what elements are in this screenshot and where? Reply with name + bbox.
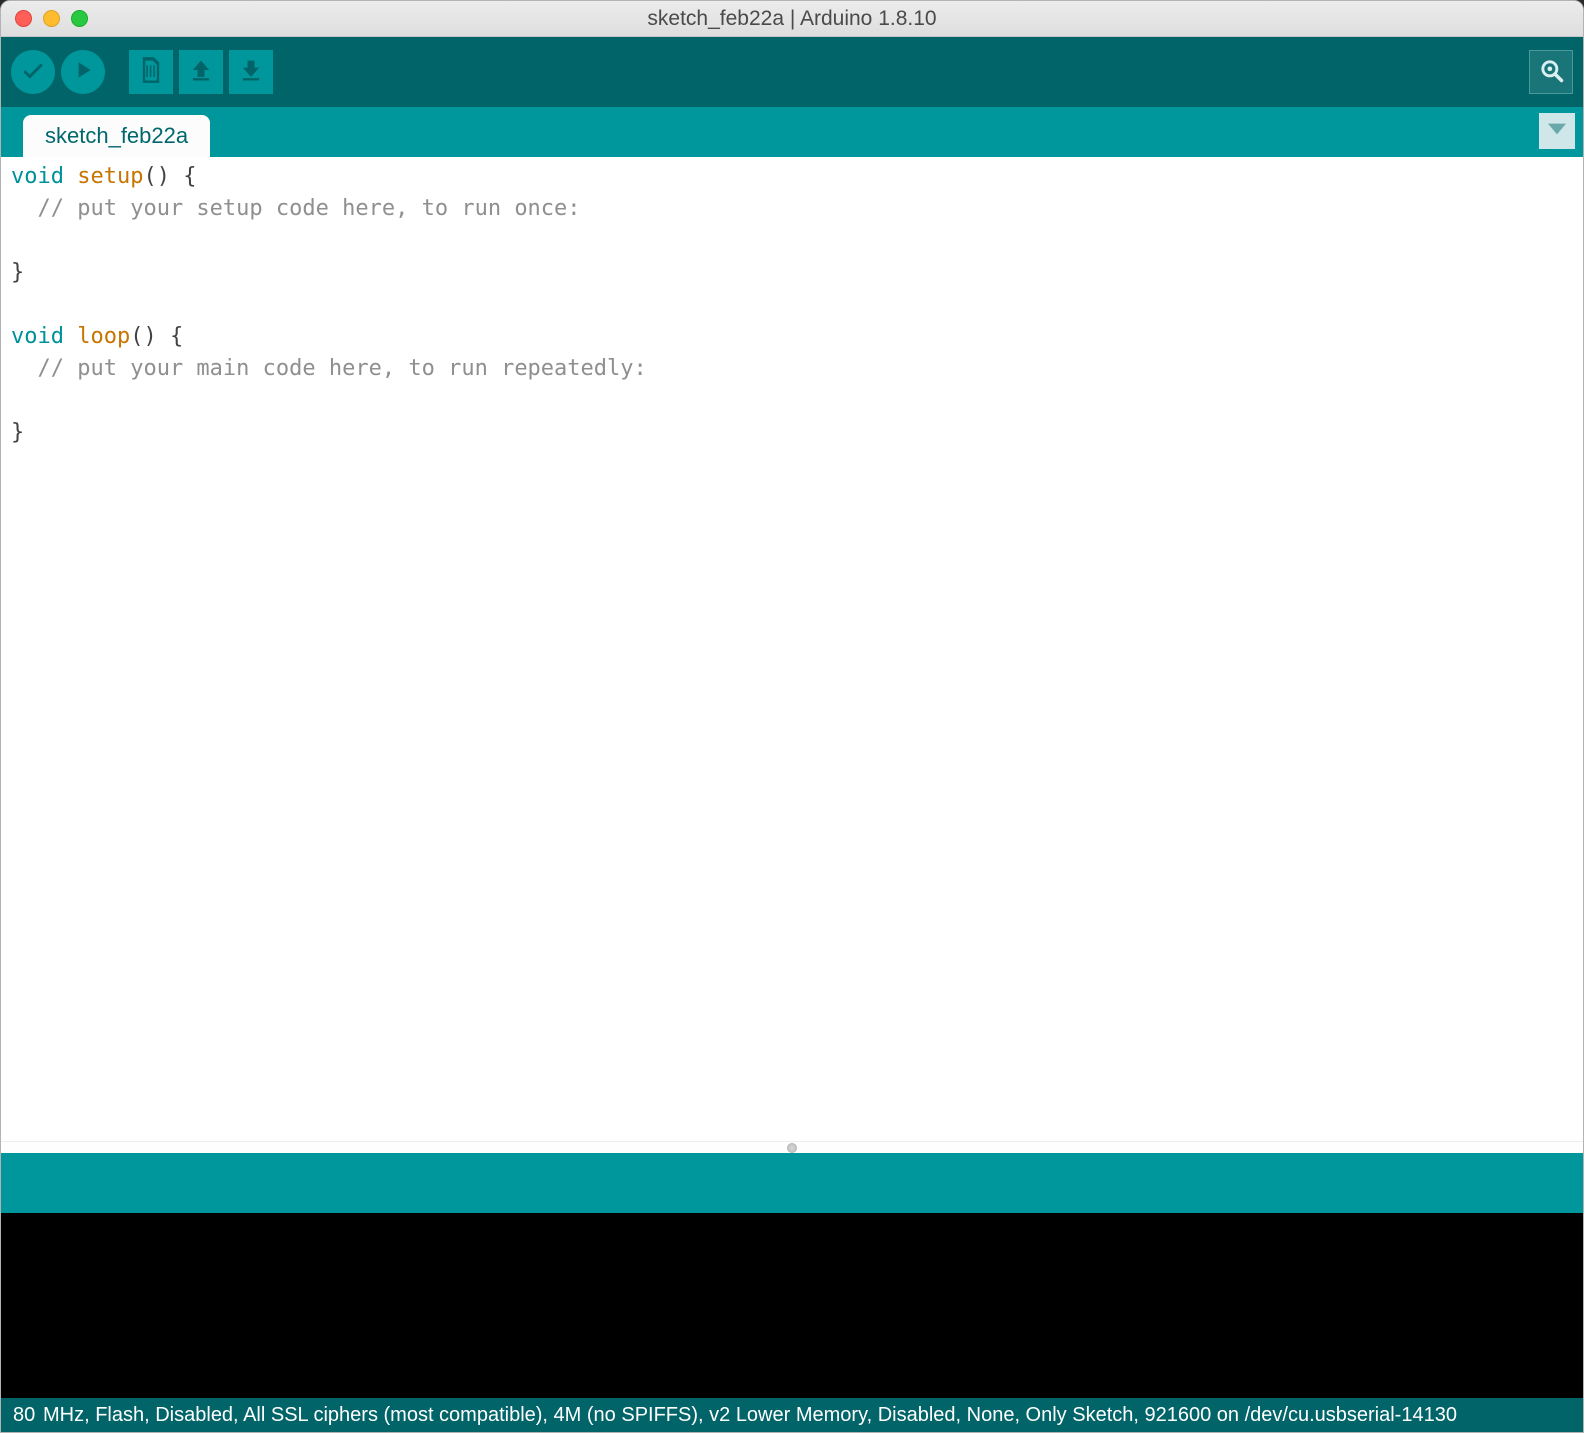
splitter-grip-icon bbox=[787, 1143, 797, 1153]
chevron-down-icon bbox=[1548, 122, 1566, 140]
serial-monitor-icon bbox=[1537, 56, 1565, 89]
minimize-window-button[interactable] bbox=[43, 10, 60, 27]
arrow-up-icon bbox=[187, 56, 215, 89]
arduino-window: sketch_feb22a | Arduino 1.8.10 bbox=[0, 0, 1584, 1433]
tab-label: sketch_feb22a bbox=[45, 123, 188, 149]
save-sketch-button[interactable] bbox=[229, 50, 273, 94]
tab-bar: sketch_feb22a bbox=[1, 107, 1583, 157]
close-window-button[interactable] bbox=[15, 10, 32, 27]
arrow-down-icon bbox=[237, 56, 265, 89]
traffic-lights bbox=[1, 10, 88, 27]
open-sketch-button[interactable] bbox=[179, 50, 223, 94]
editor-splitter[interactable] bbox=[1, 1141, 1583, 1153]
new-sketch-button[interactable] bbox=[129, 50, 173, 94]
toolbar bbox=[1, 37, 1583, 107]
check-icon bbox=[20, 57, 46, 88]
verify-button[interactable] bbox=[11, 50, 55, 94]
message-bar bbox=[1, 1153, 1583, 1213]
status-bar: 80 MHz, Flash, Disabled, All SSL ciphers… bbox=[1, 1398, 1583, 1432]
serial-monitor-button[interactable] bbox=[1529, 50, 1573, 94]
status-line-number: 80 bbox=[13, 1404, 43, 1427]
status-board-config: MHz, Flash, Disabled, All SSL ciphers (m… bbox=[43, 1404, 1571, 1427]
file-icon bbox=[137, 56, 165, 89]
tab-sketch[interactable]: sketch_feb22a bbox=[23, 115, 210, 157]
titlebar: sketch_feb22a | Arduino 1.8.10 bbox=[1, 1, 1583, 37]
upload-button[interactable] bbox=[61, 50, 105, 94]
code-editor[interactable]: void setup() { // put your setup code he… bbox=[1, 157, 1583, 1141]
console-output[interactable] bbox=[1, 1213, 1583, 1398]
tab-menu-button[interactable] bbox=[1539, 113, 1575, 149]
arrow-right-icon bbox=[70, 57, 96, 88]
maximize-window-button[interactable] bbox=[71, 10, 88, 27]
window-title: sketch_feb22a | Arduino 1.8.10 bbox=[1, 7, 1583, 31]
